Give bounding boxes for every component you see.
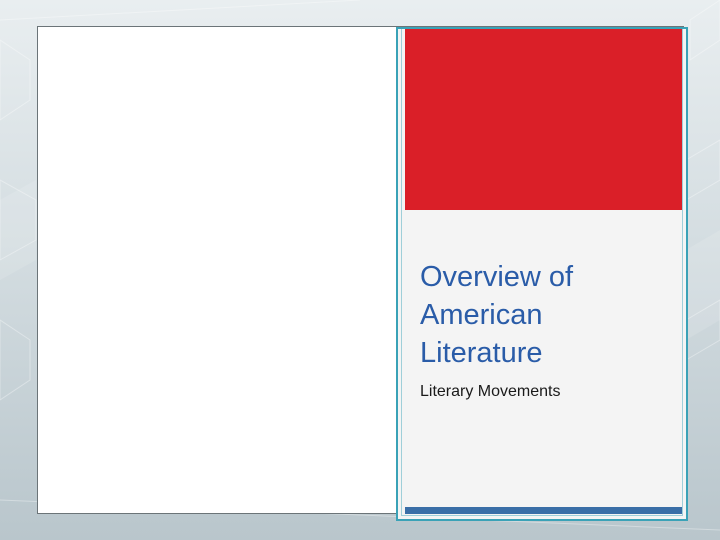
red-accent-block <box>405 29 682 210</box>
slide-subtitle[interactable]: Literary Movements <box>420 382 670 402</box>
slide-title[interactable]: Overview of American Literature <box>420 258 670 372</box>
slide-panel: Overview of American Literature Literary… <box>37 26 688 521</box>
title-card: Overview of American Literature Literary… <box>396 27 688 521</box>
blue-bottom-bar <box>405 507 682 514</box>
